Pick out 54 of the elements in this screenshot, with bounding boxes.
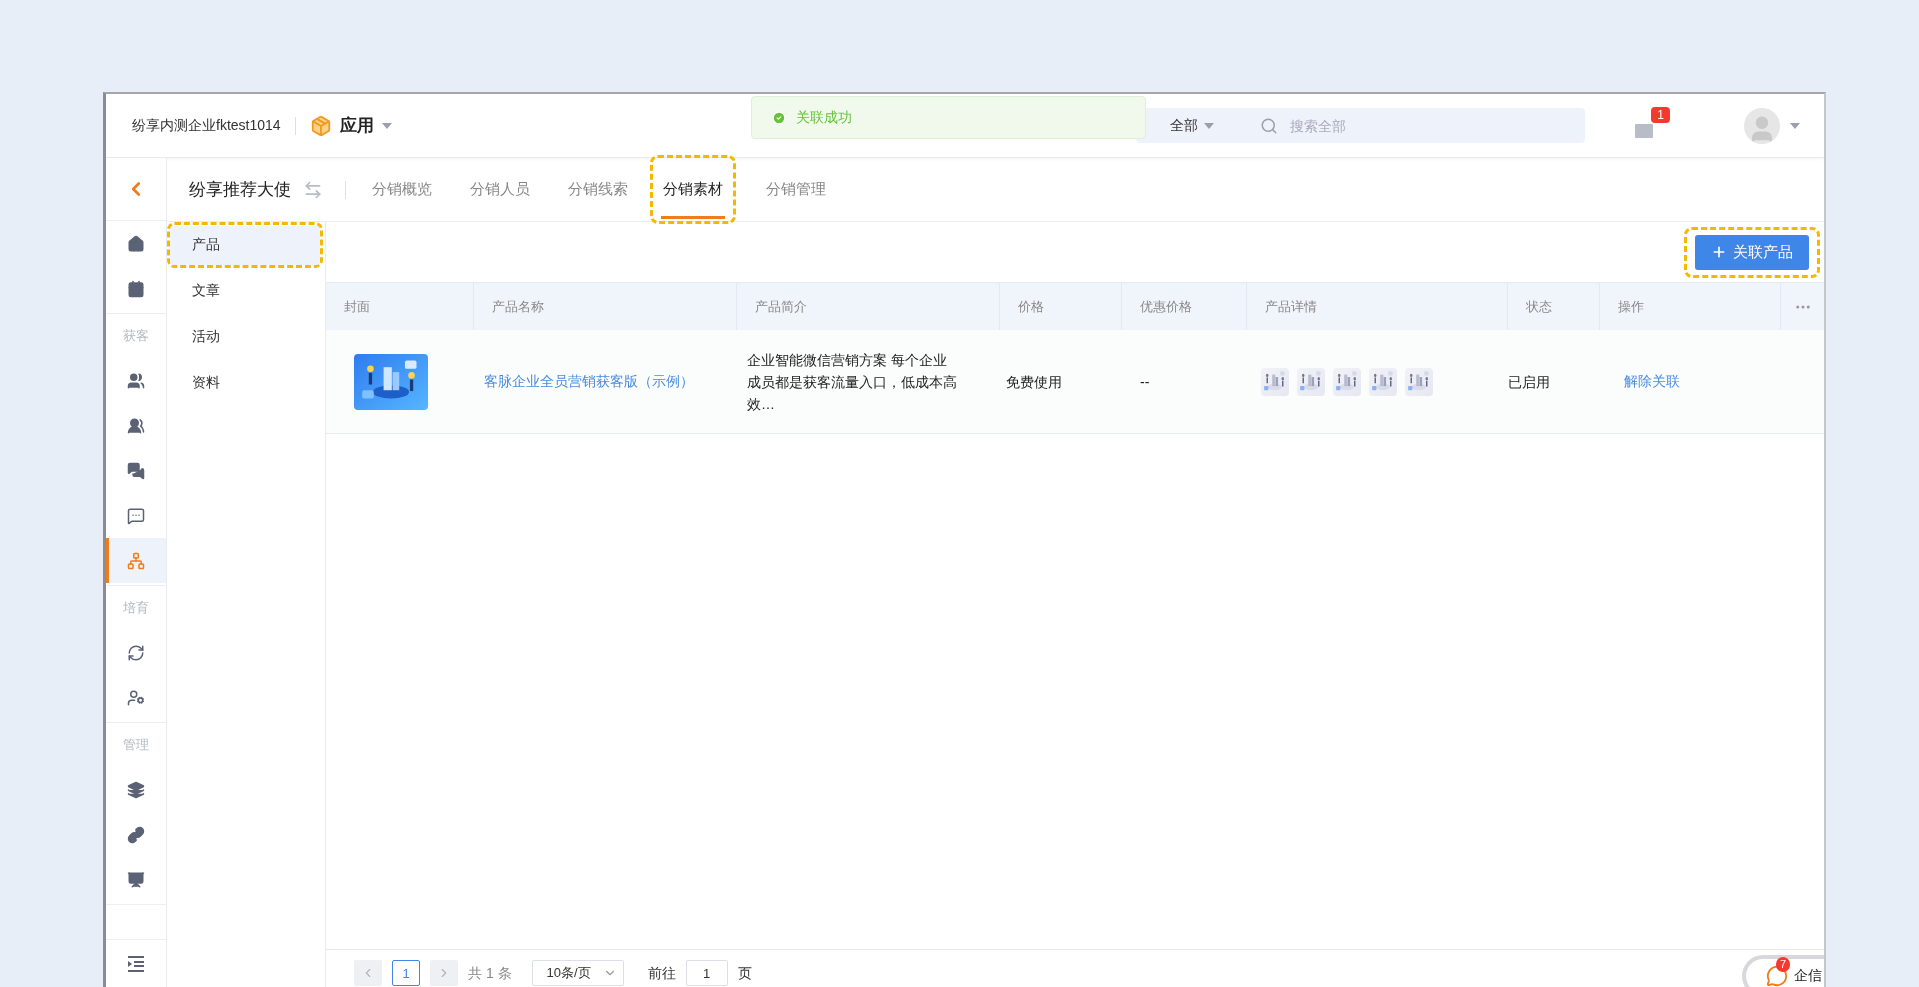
page-size-select[interactable]: 10条/页: [531, 960, 624, 986]
tab[interactable]: 分销线索: [566, 158, 630, 221]
section-label: 培育: [122, 599, 150, 617]
user-settings-icon: [127, 688, 145, 707]
tab[interactable]: 分销素材: [661, 158, 725, 221]
home-icon: [127, 234, 145, 253]
notification-badge: 1: [1651, 106, 1670, 123]
calendar-icon: [127, 279, 145, 298]
caret-icon: [1204, 122, 1214, 129]
presentation-icon: [127, 870, 145, 889]
link-product-button[interactable]: 关联产品: [1695, 234, 1809, 270]
users-icon: [127, 371, 145, 390]
company-name: 纷享内测企业fktest1014: [132, 116, 281, 135]
toast-message: 关联成功: [796, 108, 852, 127]
section-label: 获客: [122, 327, 150, 345]
plus-icon: [1711, 244, 1727, 260]
chat-bubbles-icon: [127, 461, 145, 480]
box-icon: [309, 114, 332, 137]
goto-label: 前往: [647, 964, 676, 983]
sidebar-item[interactable]: [106, 538, 166, 583]
page-button[interactable]: 1: [392, 960, 420, 986]
group-icon: [127, 416, 145, 435]
table-cell-text: 已启用: [1508, 372, 1551, 392]
caret-icon: [381, 122, 392, 129]
search-field[interactable]: 全部 搜索全部: [1136, 108, 1585, 143]
tab[interactable]: 分销人员: [468, 158, 532, 221]
chat-widget[interactable]: 企信 7: [1742, 955, 1824, 987]
table-cell-text: 企业智能微信营销方案 每个企业成员都是获客流量入口，低成本高效…: [747, 350, 958, 414]
app-menu[interactable]: 应用: [309, 114, 392, 137]
total-count: 共 1 条: [468, 964, 512, 983]
table-cell-text: 免费使用: [1005, 372, 1063, 392]
link-icon: [127, 825, 145, 844]
search-icon: [1260, 116, 1278, 135]
page-input[interactable]: 1: [685, 960, 728, 986]
layers-icon: [127, 780, 145, 799]
app-title: 纷享推荐大使: [189, 179, 291, 201]
tab[interactable]: 分销管理: [764, 158, 828, 221]
cycle-icon: [127, 643, 145, 662]
product-name-link[interactable]: 客脉企业全员营销获客版（示例）: [474, 373, 694, 389]
submenu-item[interactable]: 产品: [170, 225, 320, 265]
switch-icon[interactable]: [303, 179, 323, 200]
page-suffix: 页: [737, 964, 752, 983]
scope-dropdown[interactable]: 全部: [1170, 116, 1250, 135]
caret-icon: [1790, 122, 1800, 129]
table-cell-text: --: [1139, 372, 1151, 392]
section-label: 管理: [122, 736, 150, 754]
chat-badge: 7: [1776, 957, 1791, 972]
tab[interactable]: 分销概览: [370, 158, 434, 221]
check-icon: [772, 110, 786, 125]
menu-collapse-icon: [127, 955, 145, 972]
unlink-link[interactable]: 解除关联: [1614, 373, 1680, 389]
message-icon: [127, 506, 145, 525]
hierarchy-icon: [127, 551, 145, 570]
mail-button[interactable]: 1: [1630, 106, 1670, 145]
